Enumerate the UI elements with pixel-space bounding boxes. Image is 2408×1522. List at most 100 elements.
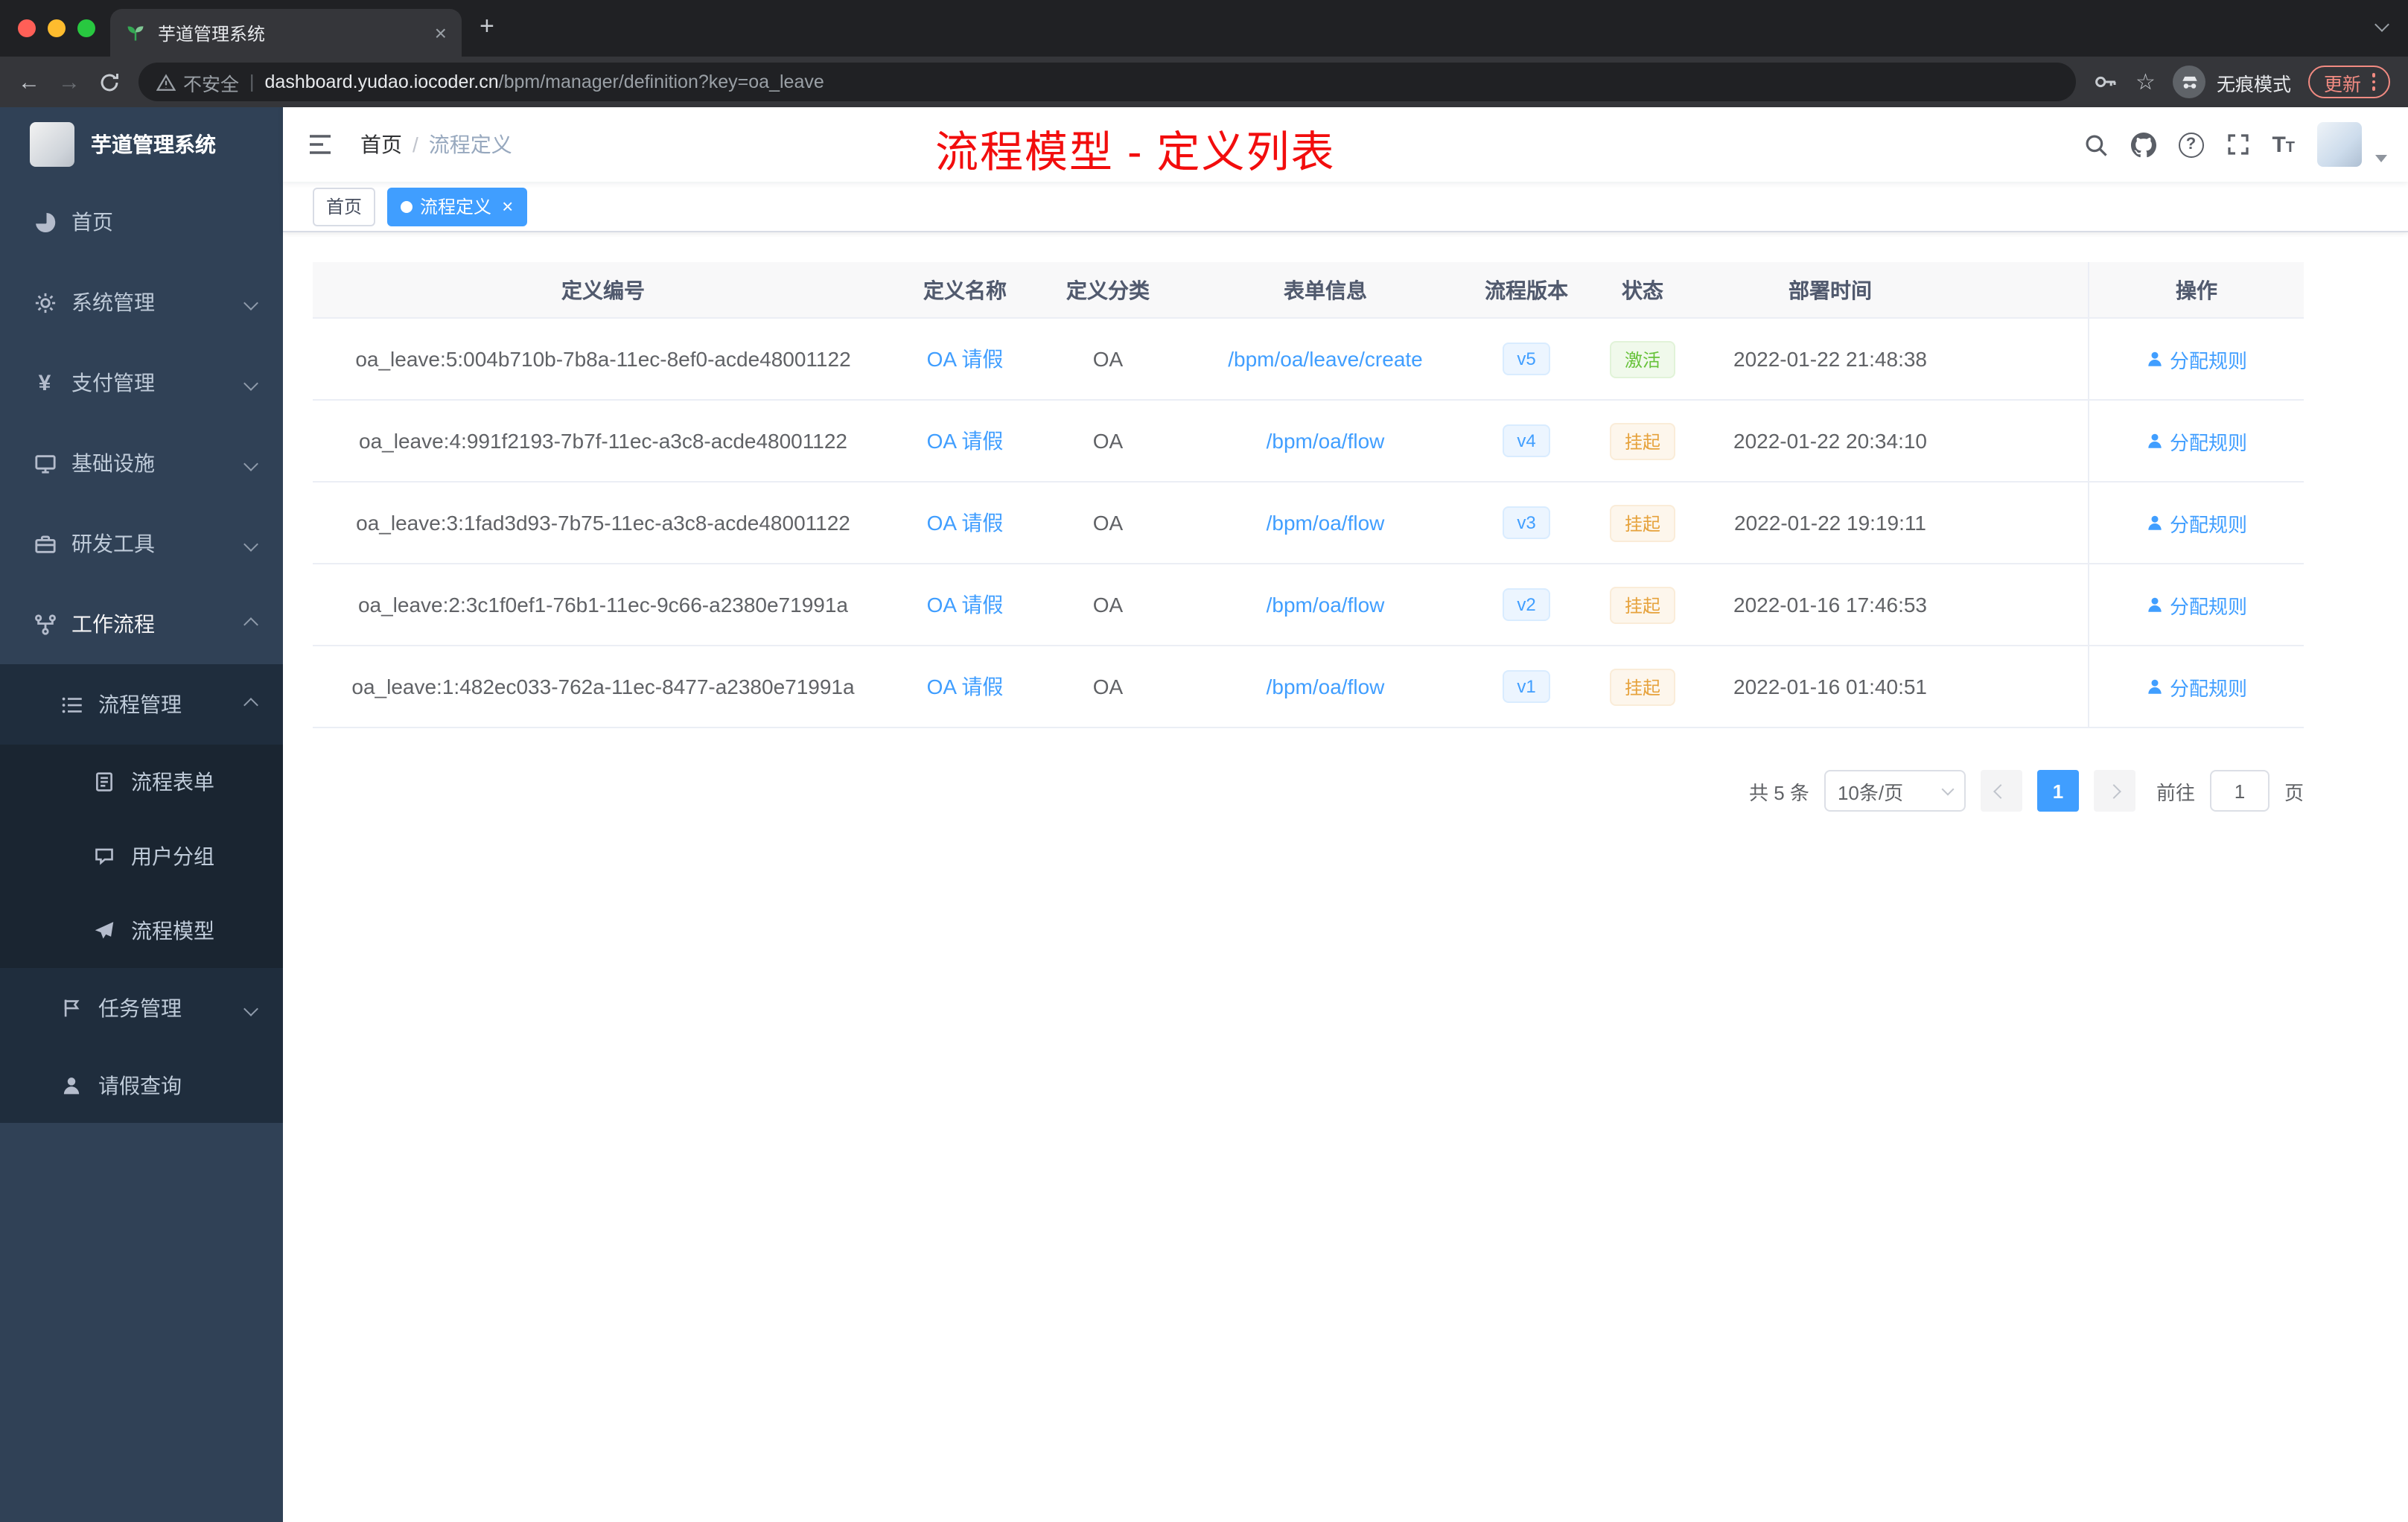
hamburger-icon[interactable]	[307, 131, 334, 158]
tab-search-chevron-icon[interactable]	[2374, 17, 2389, 32]
back-button[interactable]: ←	[18, 71, 40, 93]
yen-icon: ¥	[38, 370, 51, 395]
sidebar-item-home[interactable]: 首页	[0, 182, 283, 262]
sidebar-item-label: 任务管理	[98, 996, 182, 1020]
column-header: 定义名称	[923, 278, 1007, 302]
incognito-icon	[2173, 66, 2206, 98]
tag-home[interactable]: 首页	[313, 187, 376, 226]
navbar-actions: ? TT	[2083, 122, 2387, 167]
definition-name-link[interactable]: OA 请假	[927, 508, 1004, 538]
window-zoom-button[interactable]	[77, 19, 95, 37]
status-badge: 激活	[1609, 340, 1675, 378]
definition-category: OA	[1092, 511, 1124, 535]
logo-title: 芋道管理系统	[91, 133, 216, 156]
menu-dots-icon[interactable]	[2372, 73, 2375, 91]
tag-process-definition[interactable]: 流程定义 ×	[387, 187, 527, 226]
screen: 芋道管理系统 × + ← → 不安全 | dashboard.yudao.ioc…	[0, 0, 2408, 1522]
forward-button[interactable]: →	[58, 71, 80, 93]
tag-label: 首页	[326, 197, 363, 217]
sidebar: 芋道管理系统 首页 系统管理 ¥ 支付管理 基础设施 研发工具 工作流程 流程管…	[0, 107, 283, 1522]
sidebar-logo: 芋道管理系统	[0, 107, 283, 182]
row-spacer	[1957, 646, 2088, 727]
github-icon[interactable]	[2130, 132, 2156, 157]
sidebar-item-label: 首页	[71, 210, 113, 234]
window-close-button[interactable]	[18, 19, 36, 37]
current-page-button[interactable]: 1	[2036, 770, 2079, 812]
definition-name-link[interactable]: OA 请假	[927, 426, 1004, 456]
avatar[interactable]	[2317, 122, 2362, 167]
definition-name-link[interactable]: OA 请假	[927, 344, 1004, 374]
security-chip[interactable]: 不安全	[156, 68, 239, 96]
password-key-icon[interactable]	[2094, 70, 2118, 94]
sidebar-item-process-management[interactable]: 流程管理	[0, 664, 283, 745]
goto-page-input[interactable]	[2209, 770, 2270, 812]
chevron-up-icon	[243, 697, 258, 712]
browser-tab[interactable]: 芋道管理系统 ×	[110, 9, 462, 57]
next-page-button[interactable]	[2093, 770, 2135, 812]
sidebar-item-process-model[interactable]: 流程模型	[0, 894, 283, 968]
deploy-time: 2022-01-22 19:19:11	[1734, 511, 1926, 535]
column-header: 状态	[1622, 278, 1663, 302]
definition-name-link[interactable]: OA 请假	[927, 590, 1004, 620]
assign-rule-link[interactable]: 分配规则	[2146, 509, 2247, 537]
definition-id: oa_leave:5:004b710b-7b8a-11ec-8ef0-acde4…	[355, 347, 851, 371]
sidebar-item-payment[interactable]: ¥ 支付管理	[0, 343, 283, 423]
user-icon	[2146, 514, 2164, 532]
table-row: oa_leave:5:004b710b-7b8a-11ec-8ef0-acde4…	[313, 319, 2304, 401]
sidebar-item-user-group[interactable]: 用户分组	[0, 819, 283, 894]
sidebar-item-system[interactable]: 系统管理	[0, 262, 283, 343]
new-tab-button[interactable]: +	[480, 12, 494, 42]
assign-rule-link[interactable]: 分配规则	[2146, 590, 2247, 619]
help-icon[interactable]: ?	[2178, 132, 2204, 157]
fullscreen-icon[interactable]	[2226, 133, 2249, 156]
form-info-link[interactable]: /bpm/oa/flow	[1267, 511, 1385, 535]
form-info-link[interactable]: /bpm/oa/leave/create	[1228, 347, 1423, 371]
user-icon	[60, 1075, 83, 1096]
form-info-link[interactable]: /bpm/oa/flow	[1267, 429, 1385, 453]
definition-name-link[interactable]: OA 请假	[927, 672, 1004, 701]
deploy-time: 2022-01-22 20:34:10	[1733, 429, 1927, 453]
definition-category: OA	[1092, 347, 1124, 371]
form-icon	[92, 771, 116, 792]
window-minimize-button[interactable]	[48, 19, 66, 37]
user-icon	[2146, 596, 2164, 614]
version-badge: v3	[1502, 506, 1551, 539]
page-size-select[interactable]: 10条/页	[1823, 770, 1966, 812]
avatar-caret-icon[interactable]	[2375, 155, 2387, 162]
table-row: oa_leave:1:482ec033-762a-11ec-8477-a2380…	[313, 646, 2304, 728]
search-icon[interactable]	[2083, 132, 2108, 157]
tab-close-icon[interactable]: ×	[435, 22, 447, 43]
address-bar[interactable]: 不安全 | dashboard.yudao.iocoder.cn/bpm/man…	[138, 63, 2077, 101]
sidebar-item-devtools[interactable]: 研发工具	[0, 503, 283, 584]
tag-close-icon[interactable]: ×	[502, 197, 513, 216]
assign-rule-link[interactable]: 分配规则	[2146, 345, 2247, 373]
goto-label: 前往	[2156, 781, 2195, 803]
url-text[interactable]: dashboard.yudao.iocoder.cn/bpm/manager/d…	[265, 71, 824, 92]
tab-title: 芋道管理系统	[158, 23, 266, 44]
sidebar-item-workflow[interactable]: 工作流程	[0, 584, 283, 664]
sidebar-item-leave-query[interactable]: 请假查询	[0, 1048, 283, 1123]
reload-button[interactable]	[98, 71, 121, 93]
tag-label: 流程定义	[420, 197, 492, 217]
chrome-update-button[interactable]: 更新	[2308, 66, 2390, 98]
sidebar-item-label: 流程表单	[131, 770, 214, 794]
sidebar-item-process-form[interactable]: 流程表单	[0, 745, 283, 819]
form-info-link[interactable]: /bpm/oa/flow	[1267, 593, 1385, 617]
assign-rule-link[interactable]: 分配规则	[2146, 427, 2247, 455]
font-size-icon[interactable]: TT	[2272, 132, 2295, 157]
prev-page-button[interactable]	[1980, 770, 2022, 812]
incognito-label: 无痕模式	[2216, 74, 2291, 95]
form-info-link[interactable]: /bpm/oa/flow	[1267, 675, 1385, 698]
deploy-time: 2022-01-22 21:48:38	[1733, 347, 1927, 371]
sidebar-item-infrastructure[interactable]: 基础设施	[0, 423, 283, 503]
bookmark-star-icon[interactable]: ☆	[2135, 71, 2156, 93]
assign-rule-link[interactable]: 分配规则	[2146, 672, 2247, 701]
column-header: 部署时间	[1789, 278, 1872, 302]
sidebar-item-task-management[interactable]: 任务管理	[0, 968, 283, 1048]
breadcrumb-home[interactable]: 首页	[360, 130, 402, 159]
definition-id: oa_leave:4:991f2193-7b7f-11ec-a3c8-acde4…	[359, 429, 847, 453]
table-row: oa_leave:2:3c1f0ef1-76b1-11ec-9c66-a2380…	[313, 564, 2304, 646]
browser-toolbar: ← → 不安全 | dashboard.yudao.iocoder.cn/bpm…	[0, 57, 2408, 107]
assign-rule-label: 分配规则	[2169, 595, 2247, 617]
toolbox-icon	[33, 532, 57, 555]
